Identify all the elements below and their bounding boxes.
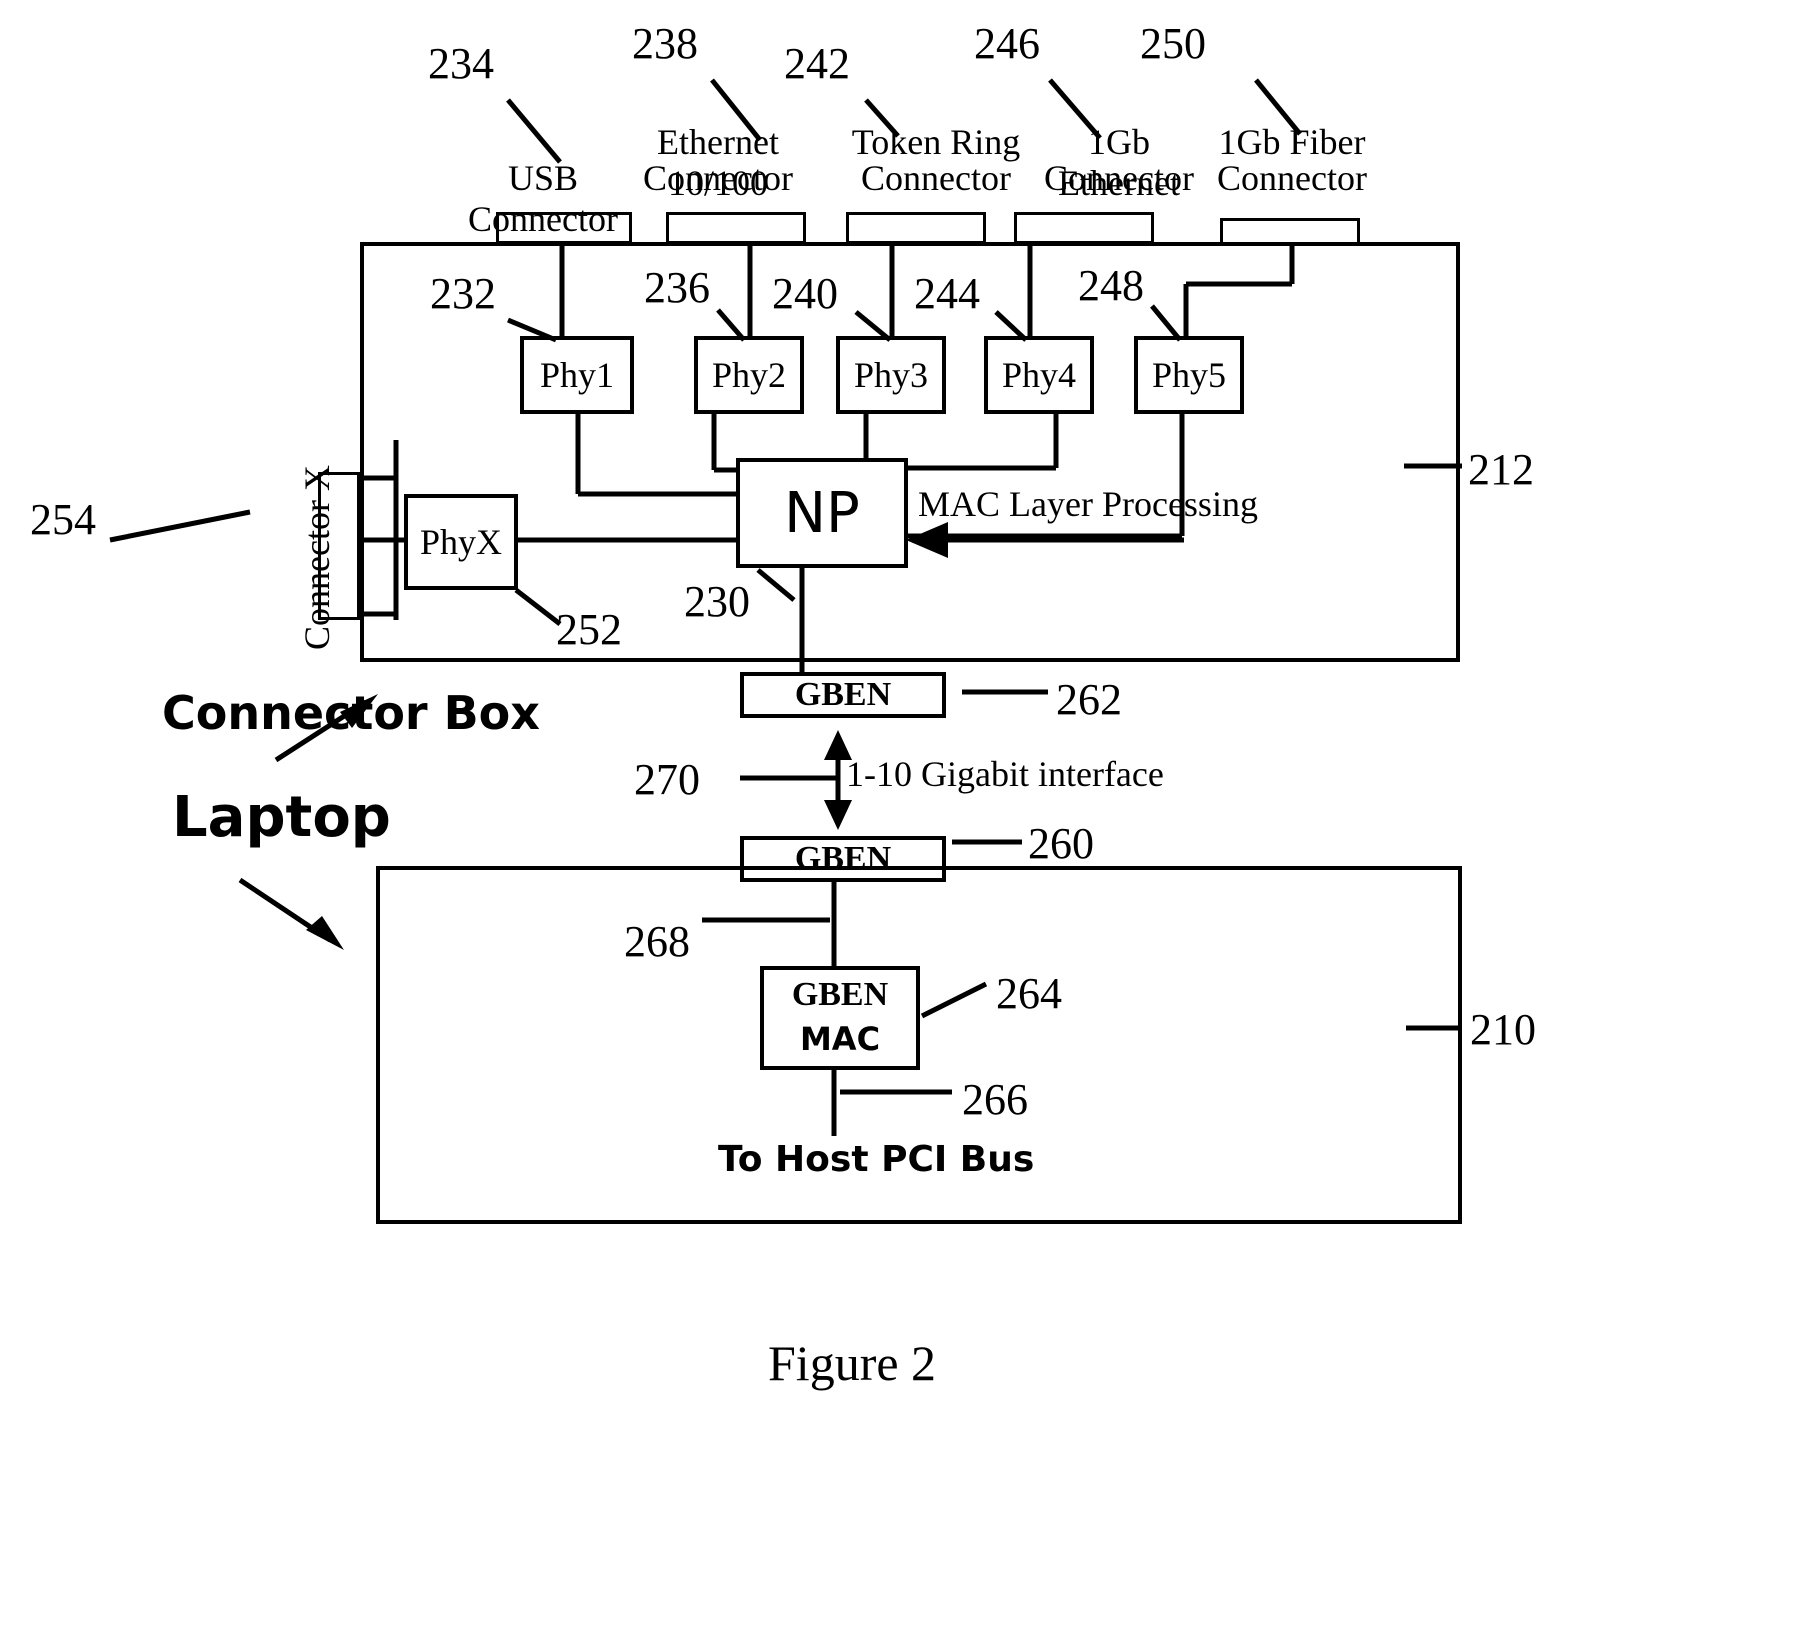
phy4-block[interactable]: Phy4: [984, 336, 1094, 414]
phy1-label: Phy1: [539, 355, 615, 395]
reference-number-262: 262: [1056, 675, 1122, 724]
port-stub-1gb-fiber[interactable]: [1220, 218, 1360, 246]
reference-number-238: 238: [632, 19, 698, 68]
np-label: NP: [784, 480, 860, 546]
port-stub-1gb-ethernet[interactable]: [1014, 212, 1154, 244]
phy5-block[interactable]: Phy5: [1134, 336, 1244, 414]
laptop-arrowhead: [306, 916, 344, 950]
phy2-label: Phy2: [711, 355, 787, 395]
phy3-label: Phy3: [853, 355, 929, 395]
laptop-label: Laptop: [172, 785, 391, 850]
gben-mac-label-line1: GBEN: [791, 976, 889, 1013]
connector-x-label: Connector X: [297, 465, 337, 650]
gben-mac-block[interactable]: GBEN MAC: [760, 966, 920, 1070]
connector-label-tokenring-line2: Connector: [861, 158, 1011, 198]
gben-top-label: GBEN: [794, 676, 892, 713]
gben-mac-label-line2: MAC: [799, 1020, 881, 1058]
patent-figure-2: 234 238 242 246 250 USB Connector Ethern…: [0, 0, 1815, 1642]
port-stub-tokenring[interactable]: [846, 212, 986, 244]
connector-label-1gb-ethernet-line2: Connector: [1044, 158, 1194, 198]
connector-box-label: Connector Box: [162, 686, 540, 740]
connector-box-outline: [360, 242, 1460, 662]
port-stub-ethernet[interactable]: [666, 212, 806, 244]
reference-number-250: 250: [1140, 19, 1206, 68]
reference-number-254: 254: [30, 495, 96, 544]
connector-label-ethernet-line2: Connector: [643, 158, 793, 198]
reference-number-210: 210: [1470, 1005, 1536, 1054]
connector-label-1gb-fiber-line2: Connector: [1217, 158, 1367, 198]
reference-number-234: 234: [428, 39, 494, 88]
reference-number-260: 260: [1028, 819, 1094, 868]
phy3-block[interactable]: Phy3: [836, 336, 946, 414]
phyx-label: PhyX: [419, 522, 503, 562]
gigabit-interface-label: 1-10 Gigabit interface: [846, 754, 1164, 794]
port-stub-usb[interactable]: [496, 212, 632, 244]
phy4-label: Phy4: [1001, 355, 1077, 395]
phy1-block[interactable]: Phy1: [520, 336, 634, 414]
mac-layer-processing-label: MAC Layer Processing: [918, 484, 1258, 524]
leader-254: [109, 509, 251, 543]
reference-number-242: 242: [784, 39, 850, 88]
leader-234: [506, 98, 562, 164]
phy2-block[interactable]: Phy2: [694, 336, 804, 414]
host-pci-bus-label: To Host PCI Bus: [718, 1139, 1035, 1180]
laptop-arrow-shaft: [238, 877, 332, 943]
phy5-label: Phy5: [1151, 355, 1227, 395]
reference-number-270: 270: [634, 755, 700, 804]
gben-connector-box-port[interactable]: GBEN: [740, 672, 946, 718]
figure-caption: Figure 2: [768, 1335, 937, 1391]
interface-arrowhead-down: [824, 800, 852, 830]
phyx-block[interactable]: PhyX: [404, 494, 518, 590]
np-block[interactable]: NP: [736, 458, 908, 568]
reference-number-212: 212: [1468, 445, 1534, 494]
reference-number-246: 246: [974, 19, 1040, 68]
